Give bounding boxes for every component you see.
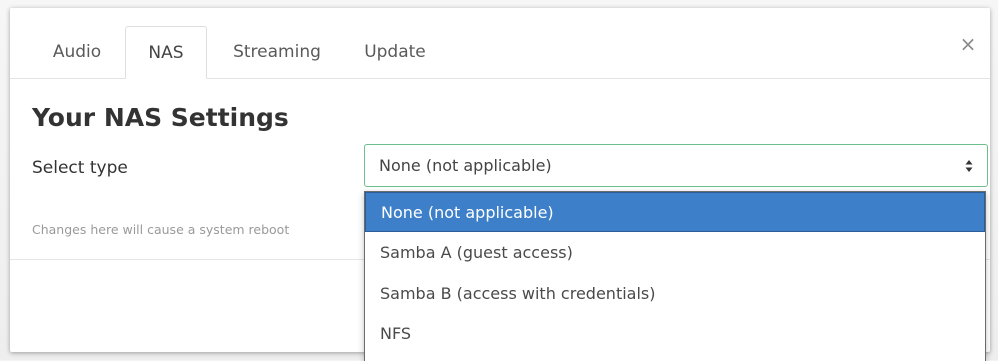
tab-streaming[interactable]: Streaming <box>217 26 337 78</box>
nas-type-dropdown: None (not applicable) Samba A (guest acc… <box>364 191 986 361</box>
close-icon: × <box>959 32 977 56</box>
select-value: None (not applicable) <box>379 156 552 175</box>
screen-background: Audio NAS Streaming Update × Your NAS Se… <box>0 0 998 361</box>
nas-type-select[interactable]: None (not applicable) <box>364 144 988 187</box>
tab-nas[interactable]: NAS <box>125 26 207 79</box>
option-nfs[interactable]: NFS <box>365 314 985 354</box>
option-samba-a[interactable]: Samba A (guest access) <box>365 233 985 273</box>
sort-arrows-icon <box>965 160 973 172</box>
option-samba-b[interactable]: Samba B (access with credentials) <box>365 274 985 314</box>
close-button[interactable]: × <box>956 32 980 56</box>
select-type-label: Select type <box>32 158 128 178</box>
option-none[interactable]: None (not applicable) <box>365 192 985 232</box>
tab-bar: Audio NAS Streaming Update × <box>10 8 990 79</box>
page-title: Your NAS Settings <box>32 103 289 132</box>
tab-audio[interactable]: Audio <box>38 26 116 78</box>
reboot-hint: Changes here will cause a system reboot <box>32 222 290 237</box>
tab-update[interactable]: Update <box>347 26 443 78</box>
